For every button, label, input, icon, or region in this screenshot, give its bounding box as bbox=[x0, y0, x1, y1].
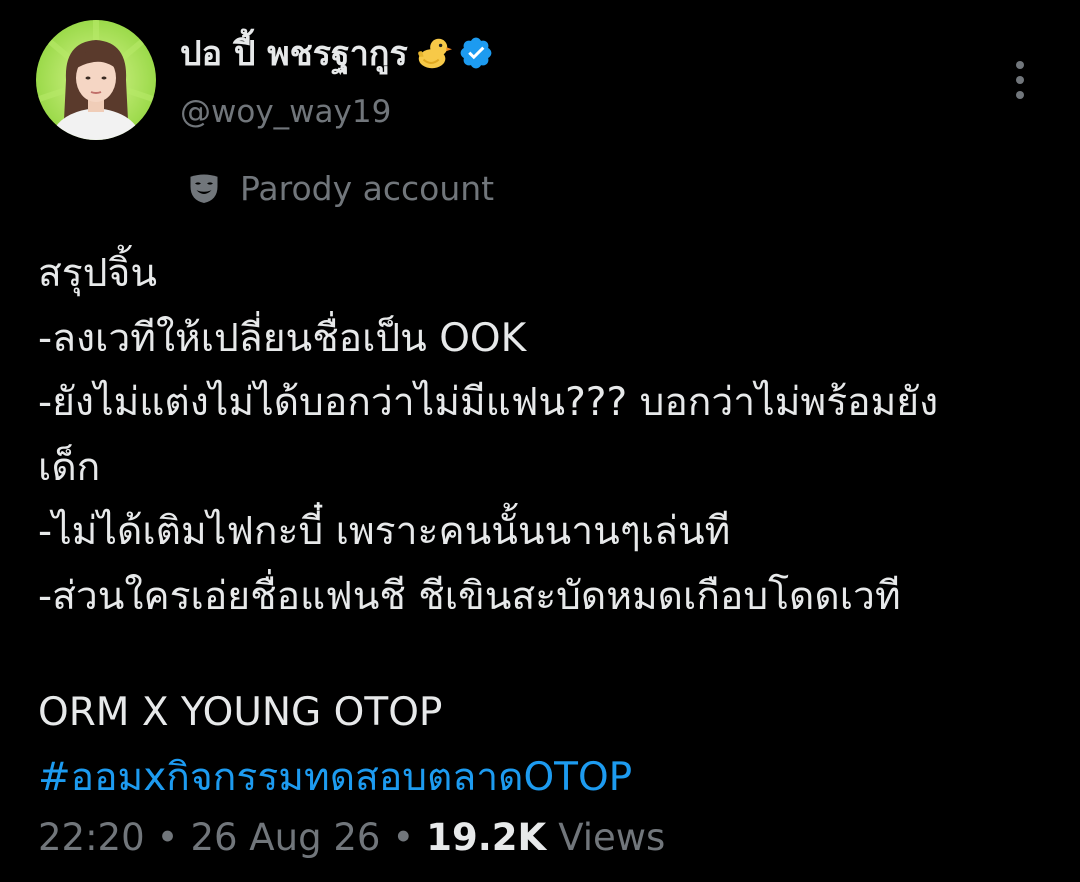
author-name-row: ปอ ปี้ พชรฐากูร 🐤 bbox=[180, 26, 494, 80]
more-vertical-icon-dot bbox=[1016, 76, 1024, 84]
parody-account-label[interactable]: Parody account bbox=[186, 164, 494, 212]
tweet-line: เด็ก bbox=[38, 444, 101, 490]
author-handle[interactable]: @woy_way19 bbox=[180, 94, 391, 130]
tweet-date[interactable]: 26 Aug 26 bbox=[190, 816, 380, 859]
tweet-line: -ลงเวทีให้เปลี่ยนชื่อเป็น OOK bbox=[38, 315, 527, 361]
tweet-tagline: ORM X YOUNG OTOP bbox=[38, 690, 443, 735]
more-options-button[interactable] bbox=[1000, 56, 1040, 104]
verified-badge-icon[interactable] bbox=[458, 35, 494, 71]
avatar-image bbox=[36, 20, 156, 140]
tweet-line: -ส่วนใครเอ่ยชื่อแฟนชี ชีเขินสะบัดหมดเกือ… bbox=[38, 573, 901, 619]
tweet-line: -ไม่ได้เติมไฟกะบี๋ เพราะคนนั้นนานๆเล่นที bbox=[38, 509, 731, 554]
hashtag-link[interactable]: #ออมxกิจกรรมทดสอบตลาดOTOP bbox=[38, 755, 632, 800]
more-vertical-icon bbox=[1016, 61, 1024, 69]
chick-emoji-icon bbox=[417, 38, 452, 69]
tweet-line: สรุปจิ้น bbox=[38, 251, 158, 296]
author-avatar[interactable] bbox=[36, 20, 156, 140]
meta-separator: • bbox=[156, 816, 179, 859]
meta-separator: • bbox=[392, 816, 415, 859]
tweet-line: -ยังไม่แต่งไม่ได้บอกว่าไม่มีแฟน??? บอกว่… bbox=[38, 380, 939, 425]
author-display-name[interactable]: ปอ ปี้ พชรฐากูร bbox=[180, 26, 408, 80]
tweet-spacer bbox=[38, 629, 1048, 681]
tweet-meta: 22:20 • 26 Aug 26 • 19.2K Views bbox=[38, 816, 665, 859]
views-label: Views bbox=[558, 816, 666, 859]
tweet-time[interactable]: 22:20 bbox=[38, 816, 145, 859]
tweet-body: สรุปจิ้น -ลงเวทีให้เปลี่ยนชื่อเป็น OOK -… bbox=[38, 242, 1048, 810]
parody-label-text: Parody account bbox=[240, 168, 495, 208]
mask-icon bbox=[190, 174, 218, 203]
views-count[interactable]: 19.2K bbox=[426, 816, 546, 859]
more-vertical-icon-dot bbox=[1016, 91, 1024, 99]
